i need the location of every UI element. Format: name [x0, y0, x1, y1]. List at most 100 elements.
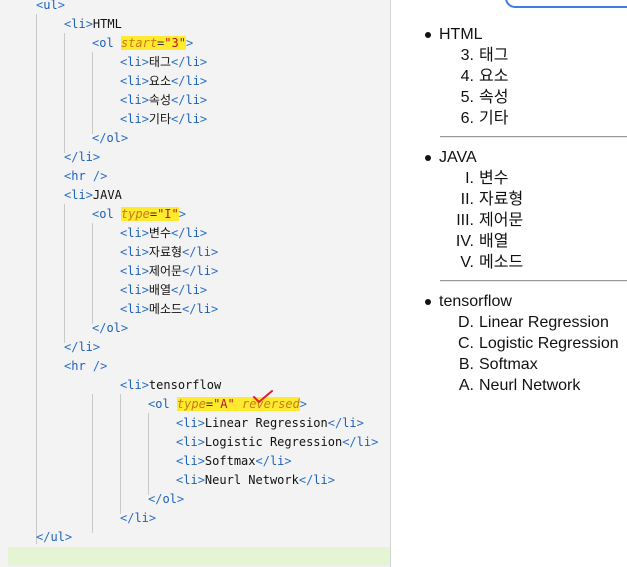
code-line[interactable]: <li>제어문</li>	[120, 262, 218, 281]
code-token: 변수	[148, 226, 172, 240]
list-marker: IV.	[455, 233, 474, 250]
code-token: li	[196, 245, 211, 259]
code-token: >	[299, 397, 308, 411]
code-token: li	[183, 416, 198, 430]
section-title: HTML	[439, 26, 483, 43]
code-line[interactable]: <li>HTML	[64, 15, 122, 34]
list-item: 요소	[479, 68, 509, 85]
list-item: 배열	[479, 233, 509, 250]
code-token: </	[64, 340, 79, 354]
indent-guide	[92, 394, 93, 533]
code-line[interactable]: <li>Softmax</li>	[176, 452, 292, 471]
code-line[interactable]: <li>태그</li>	[120, 53, 207, 72]
code-token: Softmax	[204, 454, 256, 468]
code-token: li	[127, 112, 142, 126]
code-token: </	[148, 492, 163, 506]
code-token: ol	[99, 36, 114, 50]
code-line[interactable]: <li>메소드</li>	[120, 300, 218, 319]
code-line[interactable]: </ol>	[148, 490, 184, 509]
code-token: >	[284, 454, 292, 468]
code-line[interactable]: <li>JAVA	[64, 186, 122, 205]
list-marker: II.	[460, 191, 474, 208]
code-token: li	[269, 454, 285, 468]
list-item: 자료형	[479, 191, 524, 208]
code-token: >	[199, 226, 208, 240]
code-token: Neurl Network	[204, 473, 299, 487]
list-marker: III.	[456, 212, 474, 229]
code-token: </	[171, 112, 186, 126]
active-line-highlight	[8, 547, 390, 566]
code-token: tensorflow	[148, 378, 222, 392]
code-token: "A"	[213, 397, 235, 411]
code-token: </	[182, 245, 197, 259]
code-line[interactable]: <li>tensorflow	[120, 376, 221, 395]
code-line[interactable]: <li>요소</li>	[120, 72, 207, 91]
code-token: </	[120, 511, 135, 525]
code-line[interactable]: <ol type="I">	[92, 205, 186, 224]
indent-guide	[120, 394, 121, 514]
code-token: />	[85, 359, 108, 373]
code-token: >	[57, 0, 65, 12]
code-line[interactable]: </ol>	[92, 129, 128, 148]
code-token: >	[356, 416, 364, 430]
code-line[interactable]: <hr />	[64, 167, 107, 186]
code-token: >	[199, 283, 208, 297]
code-token: start	[120, 36, 158, 50]
code-token: </	[182, 264, 197, 278]
code-line[interactable]: <li>속성</li>	[120, 91, 207, 110]
code-line[interactable]: <li>배열</li>	[120, 281, 207, 300]
code-token: Logistic Regression	[204, 435, 343, 449]
code-token: li	[356, 435, 372, 449]
list-item: Softmax	[479, 356, 538, 373]
code-token: >	[141, 226, 149, 240]
list-marker: D.	[458, 314, 474, 331]
code-line[interactable]: <li>기타</li>	[120, 110, 207, 129]
code-line[interactable]: <li>Logistic Regression</li>	[176, 433, 378, 452]
list-marker: A.	[458, 377, 474, 394]
list-marker: V.	[460, 254, 474, 271]
code-token: >	[210, 264, 219, 278]
list-marker: I.	[465, 170, 474, 187]
code-line[interactable]: </li>	[120, 509, 156, 528]
list-bullet	[425, 155, 431, 161]
code-token: li	[127, 378, 142, 392]
list-marker: 4.	[460, 68, 474, 85]
code-line[interactable]: </li>	[64, 148, 100, 167]
code-line[interactable]: </li>	[64, 338, 100, 357]
code-token: >	[199, 55, 208, 69]
code-line[interactable]: </ol>	[92, 319, 128, 338]
code-token: </	[92, 321, 107, 335]
code-token: </	[92, 131, 107, 145]
code-token: >	[148, 511, 157, 525]
code-token: </	[171, 283, 186, 297]
code-token: >	[327, 473, 335, 487]
code-token: </	[255, 454, 270, 468]
code-line[interactable]: <li>자료형</li>	[120, 243, 218, 262]
code-token: JAVA	[92, 188, 122, 202]
code-line[interactable]: <hr />	[64, 357, 107, 376]
code-token: >	[210, 245, 219, 259]
code-line[interactable]: <ul>	[36, 0, 65, 15]
indent-guide	[148, 413, 149, 495]
address-bar-edge[interactable]	[505, 0, 627, 8]
code-line[interactable]: <li>변수</li>	[120, 224, 207, 243]
code-line[interactable]: </ul>	[36, 528, 72, 547]
code-token: >	[92, 340, 101, 354]
code-token: Linear Regression	[204, 416, 328, 430]
code-token: </	[171, 226, 186, 240]
code-token: >	[178, 207, 186, 221]
code-line[interactable]: <li>Linear Regression</li>	[176, 414, 364, 433]
browser-preview: HTML 3. 태그 4. 요소 5. 속성 6. 기타 JAVA I. 변수 II. 자료형 III. 제어…	[391, 0, 627, 567]
code-line[interactable]: <li>Neurl Network</li>	[176, 471, 335, 490]
code-token: >	[141, 74, 149, 88]
code-line[interactable]: <ol start="3">	[92, 34, 193, 53]
code-token: ol	[162, 492, 177, 506]
code-line[interactable]: <ol type="A" reversed>	[148, 395, 307, 414]
indent-guide	[64, 33, 65, 153]
list-marker: B.	[458, 356, 474, 373]
code-token: li	[127, 55, 142, 69]
code-editor[interactable]: <ul> <li>HTML <ol start="3"> <li>태그</li> <li…	[0, 0, 390, 567]
code-token: li	[127, 245, 142, 259]
list-item: Neurl Network	[479, 377, 581, 394]
